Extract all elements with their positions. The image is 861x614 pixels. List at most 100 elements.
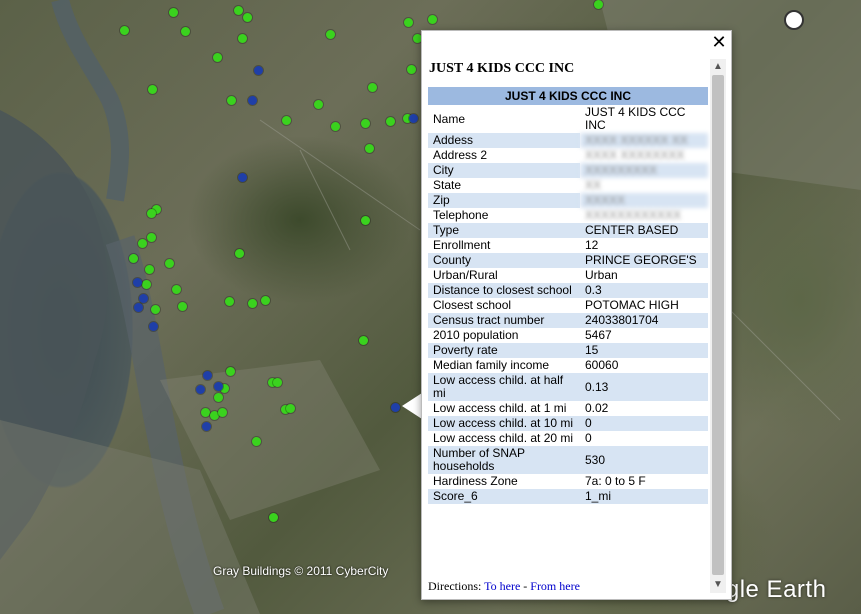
row-key: Low access child. at 10 mi (428, 416, 580, 431)
scroll-up-icon[interactable]: ▲ (710, 59, 726, 75)
map-pin-green-icon[interactable] (169, 8, 178, 17)
row-value: 12 (585, 238, 599, 252)
map-pin-blue-icon[interactable] (133, 278, 142, 287)
row-value: XX (585, 178, 602, 192)
map-pin-blue-icon[interactable] (391, 403, 400, 412)
close-icon[interactable]: ✕ (711, 34, 727, 52)
row-key: Zip (428, 193, 580, 208)
scrollbar-thumb[interactable] (712, 75, 724, 575)
map-pin-blue-icon[interactable] (203, 371, 212, 380)
map-pin-green-icon[interactable] (407, 65, 416, 74)
map-pin-green-icon[interactable] (273, 378, 282, 387)
row-value: 15 (580, 343, 708, 358)
map-pin-blue-icon[interactable] (196, 385, 205, 394)
map-pin-blue-icon[interactable] (214, 382, 223, 391)
info-balloon: ✕ JUST 4 KIDS CCC INC JUST 4 KIDS CCC IN… (421, 30, 732, 600)
map-pin-green-icon[interactable] (594, 0, 603, 9)
map-pin-green-icon[interactable] (147, 209, 156, 218)
map-pin-green-icon[interactable] (428, 15, 437, 24)
map-pin-green-icon[interactable] (151, 305, 160, 314)
row-key: Name (433, 111, 466, 126)
row-key: Low access child. at half mi (428, 373, 580, 401)
row-value: XXXX XXXXXX XX (580, 133, 708, 148)
map-pin-green-icon[interactable] (361, 119, 370, 128)
map-pin-green-icon[interactable] (213, 53, 222, 62)
map-pin-blue-icon[interactable] (409, 114, 418, 123)
scroll-down-icon[interactable]: ▼ (710, 577, 726, 593)
map-pin-green-icon[interactable] (138, 239, 147, 248)
map-pin-green-icon[interactable] (252, 437, 261, 446)
map-pin-green-icon[interactable] (331, 122, 340, 131)
map-pin-green-icon[interactable] (261, 296, 270, 305)
map-pin-green-icon[interactable] (178, 302, 187, 311)
row-key: City (428, 163, 580, 178)
map-pin-blue-icon[interactable] (134, 303, 143, 312)
navigation-control-icon[interactable] (784, 10, 804, 30)
attribute-table: JUST 4 KIDS CCC INC Name JUST 4 KIDS CCC … (428, 87, 708, 504)
to-here-link[interactable]: To here (484, 579, 520, 593)
map-pin-green-icon[interactable] (214, 393, 223, 402)
map-pin-green-icon[interactable] (142, 280, 151, 289)
map-pin-green-icon[interactable] (386, 117, 395, 126)
directions-separator: - (523, 579, 528, 593)
map-pin-green-icon[interactable] (234, 6, 243, 15)
map-pin-green-icon[interactable] (326, 30, 335, 39)
map-pin-green-icon[interactable] (201, 408, 210, 417)
map-pin-green-icon[interactable] (404, 18, 413, 27)
table-row: Median family income 60060 (428, 358, 708, 373)
scrollbar[interactable]: ▲ ▼ (710, 59, 726, 593)
map-pin-green-icon[interactable] (238, 34, 247, 43)
map-pin-green-icon[interactable] (361, 216, 370, 225)
map-pin-green-icon[interactable] (218, 408, 227, 417)
map-pin-green-icon[interactable] (282, 116, 291, 125)
map-pin-green-icon[interactable] (226, 367, 235, 376)
table-row: Hardiness Zone 7a: 0 to 5 F (428, 474, 708, 489)
row-key: Number of SNAP households (428, 446, 580, 474)
table-header: JUST 4 KIDS CCC INC (428, 87, 708, 105)
row-value: 0 (580, 416, 708, 431)
map-pin-green-icon[interactable] (227, 96, 236, 105)
map-pin-green-icon[interactable] (147, 233, 156, 242)
map-pin-green-icon[interactable] (225, 297, 234, 306)
map-pin-green-icon[interactable] (269, 513, 278, 522)
map-pin-blue-icon[interactable] (254, 66, 263, 75)
balloon-content: JUST 4 KIDS CCC INC JUST 4 KIDS CCC INC … (428, 59, 710, 594)
row-value: CENTER BASED (580, 223, 708, 238)
map-pin-green-icon[interactable] (129, 254, 138, 263)
map-pin-green-icon[interactable] (359, 336, 368, 345)
row-key: Addess (428, 133, 580, 148)
map-pin-green-icon[interactable] (148, 85, 157, 94)
row-value: 530 (580, 446, 708, 474)
row-value: 5467 (585, 328, 612, 342)
map-pin-blue-icon[interactable] (202, 422, 211, 431)
map-pin-blue-icon[interactable] (238, 173, 247, 182)
map-pin-green-icon[interactable] (172, 285, 181, 294)
row-key: Median family income (433, 358, 550, 372)
map-pin-green-icon[interactable] (365, 144, 374, 153)
row-key: State (433, 178, 462, 192)
map-pin-green-icon[interactable] (248, 299, 257, 308)
map-pin-green-icon[interactable] (368, 83, 377, 92)
map-pin-green-icon[interactable] (286, 404, 295, 413)
map-pin-green-icon[interactable] (243, 13, 252, 22)
table-row: Telephone XXXXXXXXXXXX (428, 208, 708, 223)
map-pin-green-icon[interactable] (181, 27, 190, 36)
table-row: Low access child. at 1 mi 0.02 (428, 401, 708, 416)
table-row: Low access child. at 20 mi 0 (428, 431, 708, 446)
table-row: Addess XXXX XXXXXX XX (428, 133, 708, 148)
balloon-title: JUST 4 KIDS CCC INC (429, 61, 575, 76)
directions-label: Directions: (428, 579, 482, 593)
map-pin-green-icon[interactable] (165, 259, 174, 268)
map-pin-blue-icon[interactable] (139, 294, 148, 303)
map-pin-green-icon[interactable] (235, 249, 244, 258)
map-pin-blue-icon[interactable] (248, 96, 257, 105)
row-value: 24033801704 (580, 313, 708, 328)
row-key: Hardiness Zone (433, 474, 518, 488)
table-row: City XXXXXXXXX (428, 163, 708, 178)
map-pin-green-icon[interactable] (120, 26, 129, 35)
from-here-link[interactable]: From here (530, 579, 580, 593)
map-pin-green-icon[interactable] (314, 100, 323, 109)
map-pin-blue-icon[interactable] (149, 322, 158, 331)
row-value: 0.3 (580, 283, 708, 298)
map-pin-green-icon[interactable] (145, 265, 154, 274)
